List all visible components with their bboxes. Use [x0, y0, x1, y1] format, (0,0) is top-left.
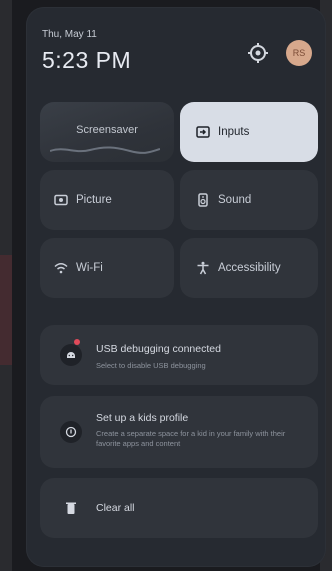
clear-all-button[interactable]: Clear all	[40, 478, 318, 538]
gear-icon[interactable]	[246, 41, 270, 65]
quick-settings-panel: Thu, May 11 5:23 PM RS Screensaver Input…	[26, 7, 326, 567]
sound-tile[interactable]: Sound	[180, 170, 318, 230]
wifi-label: Wi-Fi	[76, 262, 103, 274]
background-accent	[0, 255, 12, 365]
screensaver-preview-wave	[50, 146, 160, 154]
kids-subtitle: Create a separate space for a kid in you…	[96, 429, 286, 448]
accessibility-tile[interactable]: Accessibility	[180, 238, 318, 298]
clear-all-label: Clear all	[96, 502, 135, 514]
alert-dot	[74, 339, 80, 345]
date-label: Thu, May 11	[42, 29, 97, 40]
sound-label: Sound	[218, 194, 252, 206]
usb-subtitle: Select to disable USB debugging	[96, 361, 206, 370]
picture-label: Picture	[76, 194, 112, 206]
input-icon	[196, 125, 210, 139]
wifi-icon	[54, 261, 68, 275]
accessibility-label: Accessibility	[218, 262, 281, 274]
wifi-tile[interactable]: Wi-Fi	[40, 238, 174, 298]
picture-tile[interactable]: Picture	[40, 170, 174, 230]
time-label: 5:23 PM	[42, 47, 132, 73]
picture-icon	[54, 193, 68, 207]
trash-icon	[60, 497, 82, 519]
usb-debugging-notification[interactable]: USB debugging connected Select to disabl…	[40, 325, 318, 385]
screensaver-label: Screensaver	[76, 124, 138, 136]
accessibility-icon	[196, 261, 210, 275]
android-debug-icon	[60, 344, 82, 366]
kids-title: Set up a kids profile	[96, 412, 189, 424]
avatar-initials: RS	[292, 48, 306, 58]
avatar[interactable]: RS	[286, 40, 312, 66]
usb-title: USB debugging connected	[96, 343, 221, 355]
inputs-label: Inputs	[218, 126, 250, 138]
kids-profile-icon	[60, 421, 82, 443]
kids-profile-notification[interactable]: Set up a kids profile Create a separate …	[40, 396, 318, 468]
speaker-icon	[196, 193, 210, 207]
screensaver-tile[interactable]: Screensaver	[40, 102, 174, 162]
inputs-tile[interactable]: Inputs	[180, 102, 318, 162]
